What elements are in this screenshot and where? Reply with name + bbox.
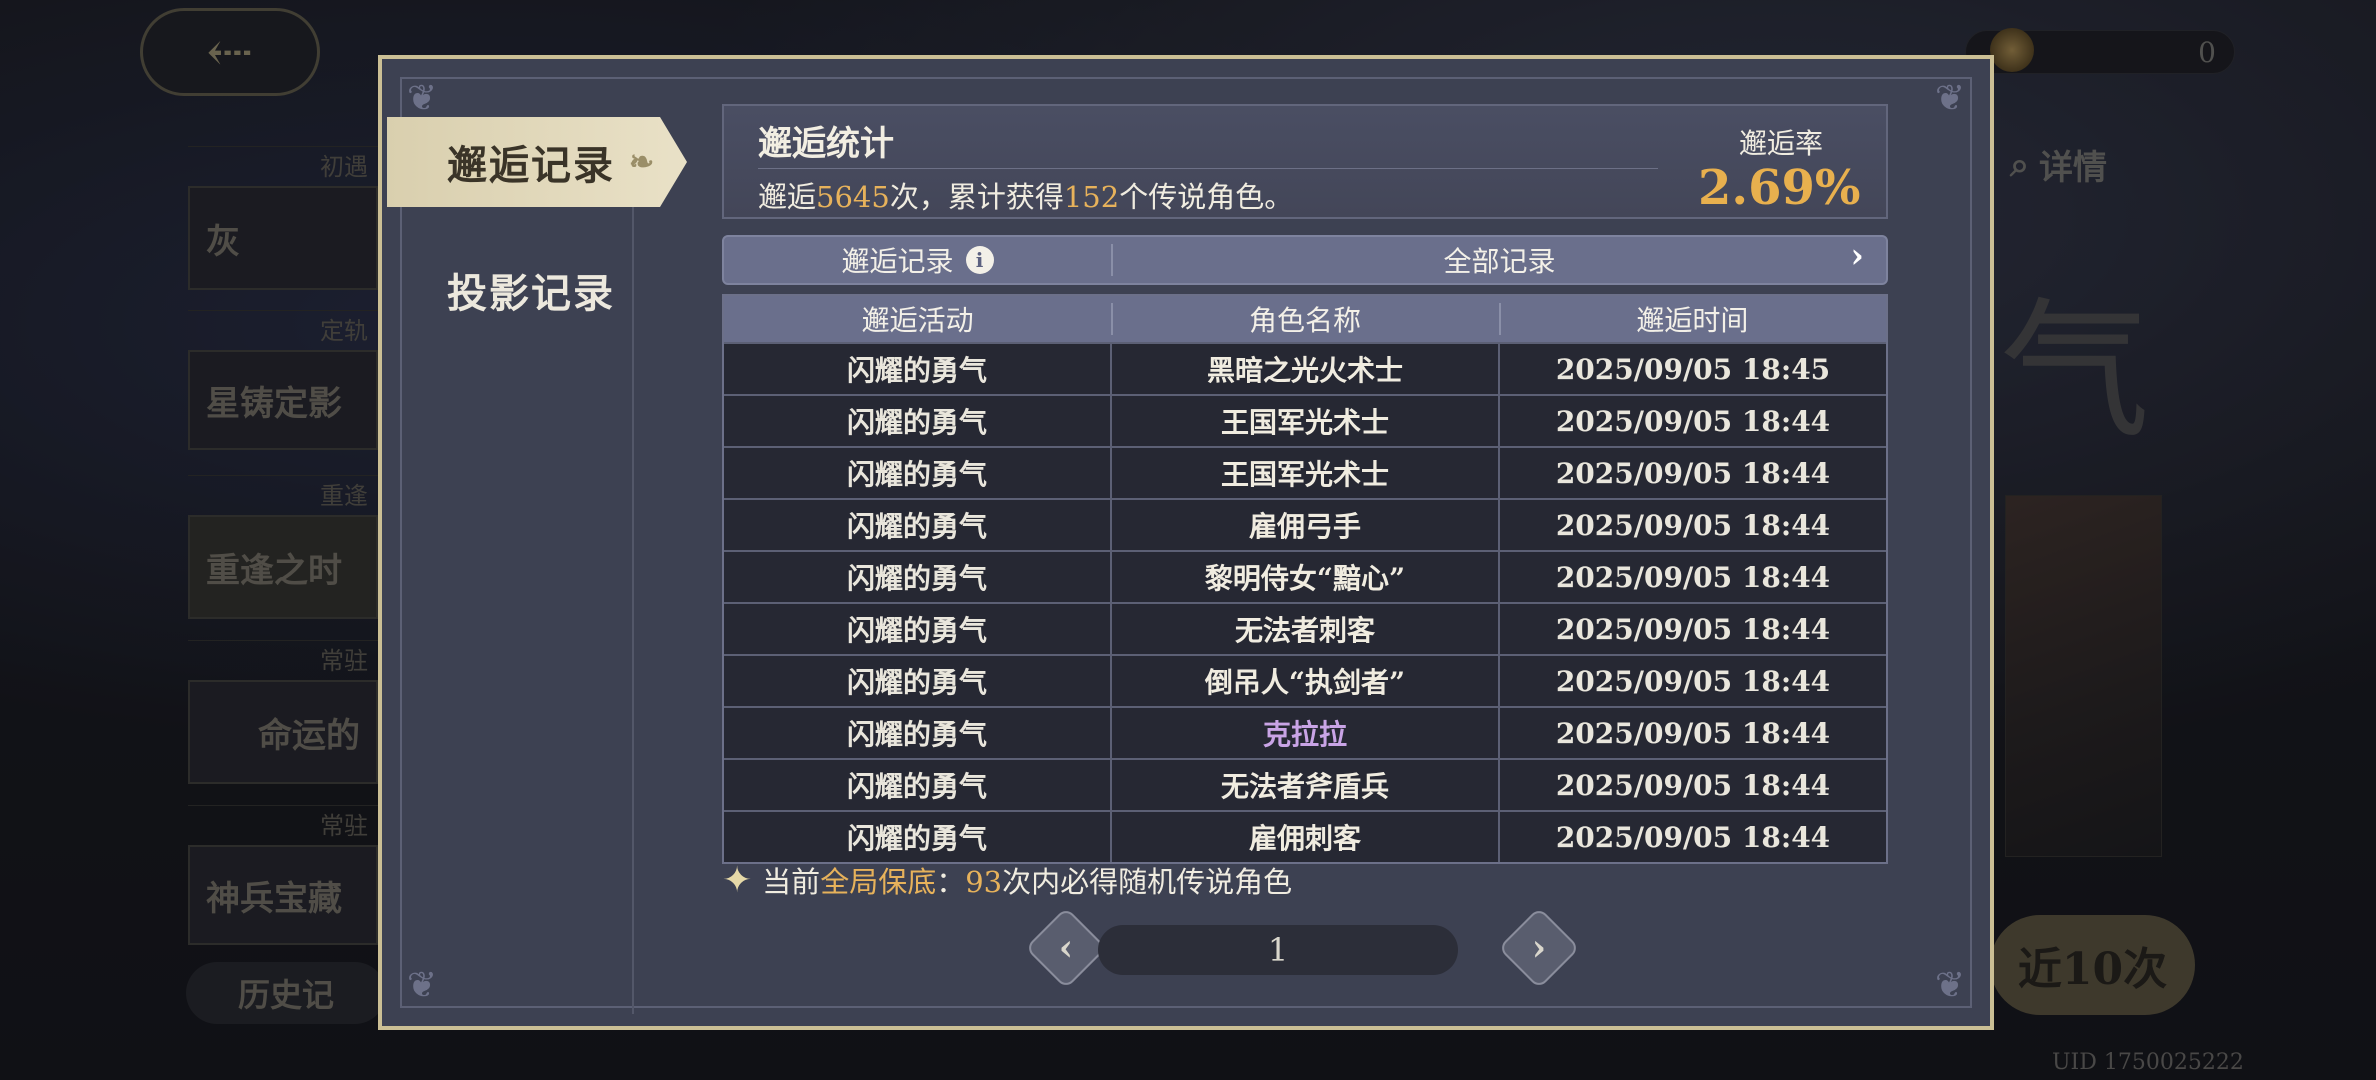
cell-character-name: 克拉拉 [1110,708,1498,758]
cell-character-name: 王国军光术士 [1110,448,1498,498]
cell-character-name: 雇佣弓手 [1110,500,1498,550]
cell-time: 2025/09/05 18:44 [1498,656,1886,706]
cell-activity: 闪耀的勇气 [846,614,987,647]
record-type-label: 邂逅记录 i [724,240,1111,280]
cell-time: 2025/09/05 18:44 [1498,552,1886,602]
cell-time: 2025/09/05 18:45 [1498,344,1886,394]
cell-activity: 闪耀的勇气 [846,718,987,751]
chevron-right-icon: › [1850,236,1864,276]
cell-activity: 闪耀的勇气 [846,406,987,439]
encounter-count: 5645 [816,180,890,214]
encounter-rate-label: 邂逅率 [1738,127,1823,160]
table-row: 闪耀的勇气 无法者斧盾兵 2025/09/05 18:44 [724,758,1886,810]
cell-activity: 闪耀的勇气 [846,822,987,855]
chevron-left-icon: ‹ [1058,927,1074,969]
column-header-activity: 邂逅活动 [861,304,974,337]
cell-character-name: 王国军光术士 [1110,396,1498,446]
cell-character-name: 黎明侍女“黯心” [1110,552,1498,602]
sparkle-icon: ✦ [722,859,753,901]
encounter-record-dialog: ❦ ❦ ❦ ❦ 邂逅记录 ❧ 投影记录 邂逅统计 邂逅5645次，累计获得152… [378,55,1994,1030]
cell-character-name: 倒吊人“执剑者” [1110,656,1498,706]
info-icon[interactable]: i [965,246,994,274]
corner-ornament-icon: ❦ [1934,965,1966,1006]
prev-page-button[interactable]: ‹ [1024,906,1108,990]
cell-activity: 闪耀的勇气 [846,562,987,595]
cell-activity: 闪耀的勇气 [846,666,987,699]
tab-projection-record[interactable]: 投影记录 [387,245,687,335]
table-row: 闪耀的勇气 王国军光术士 2025/09/05 18:44 [724,394,1886,446]
pagination: ‹ 1 › [1024,906,1592,990]
cell-time: 2025/09/05 18:44 [1498,604,1886,654]
cell-activity: 闪耀的勇气 [846,458,987,491]
cell-time: 2025/09/05 18:44 [1498,812,1886,862]
table-row: 闪耀的勇气 无法者刺客 2025/09/05 18:44 [724,602,1886,654]
column-header-character: 角色名称 [1111,296,1498,342]
record-filter-bar: 邂逅记录 i 全部记录 › [722,235,1888,285]
tab-encounter-record[interactable]: 邂逅记录 ❧ [387,117,687,207]
legend-count: 152 [1063,180,1120,214]
record-filter-select[interactable]: 全部记录 › [1113,236,1886,280]
cell-character-name: 黑暗之光火术士 [1110,344,1498,394]
cell-activity: 闪耀的勇气 [846,770,987,803]
table-row: 闪耀的勇气 黑暗之光火术士 2025/09/05 18:45 [724,342,1886,394]
cell-time: 2025/09/05 18:44 [1498,500,1886,550]
table-row: 闪耀的勇气 雇佣刺客 2025/09/05 18:44 [724,810,1886,862]
table-row: 闪耀的勇气 倒吊人“执剑者” 2025/09/05 18:44 [724,654,1886,706]
stats-divider [758,168,1658,169]
cell-activity: 闪耀的勇气 [846,510,987,543]
cell-character-name: 无法者刺客 [1110,604,1498,654]
corner-ornament-icon: ❦ [406,965,438,1006]
table-row: 闪耀的勇气 王国军光术士 2025/09/05 18:44 [724,446,1886,498]
cell-time: 2025/09/05 18:44 [1498,760,1886,810]
tab-ornament-icon: ❧ [629,144,657,180]
cell-time: 2025/09/05 18:44 [1498,448,1886,498]
cell-activity: 闪耀的勇气 [846,354,987,387]
table-row: 闪耀的勇气 克拉拉 2025/09/05 18:44 [724,706,1886,758]
pity-info: ✦ 当前全局保底：93次内必得随机传说角色 [722,859,1293,901]
stats-description: 邂逅5645次，累计获得152个传说角色。 [758,180,1294,214]
encounter-stats-panel: 邂逅统计 邂逅5645次，累计获得152个传说角色。 邂逅率 2.69% [722,104,1888,219]
encounter-record-table: 邂逅活动 角色名称 邂逅时间 闪耀的勇气 黑暗之光火术士 2025/09/05 18… [722,294,1888,864]
cell-character-name: 无法者斧盾兵 [1110,760,1498,810]
page-number: 1 [1098,925,1458,975]
cell-time: 2025/09/05 18:44 [1498,396,1886,446]
corner-ornament-icon: ❦ [1934,78,1966,119]
next-page-button[interactable]: › [1497,906,1581,990]
table-body: 闪耀的勇气 黑暗之光火术士 2025/09/05 18:45 闪耀的勇气 王国军光术士 2… [724,342,1886,862]
chevron-right-icon: › [1531,927,1547,969]
table-row: 闪耀的勇气 雇佣弓手 2025/09/05 18:44 [724,498,1886,550]
column-header-time: 邂逅时间 [1498,296,1886,342]
encounter-rate-value: 2.69% [1698,160,1861,216]
stats-title: 邂逅统计 [758,124,894,164]
corner-ornament-icon: ❦ [406,78,438,119]
cell-time: 2025/09/05 18:44 [1498,708,1886,758]
pity-count: 93 [965,865,1003,899]
cell-character-name: 雇佣刺客 [1110,812,1498,862]
table-header: 邂逅活动 角色名称 邂逅时间 [724,296,1886,342]
table-row: 闪耀的勇气 黎明侍女“黯心” 2025/09/05 18:44 [724,550,1886,602]
